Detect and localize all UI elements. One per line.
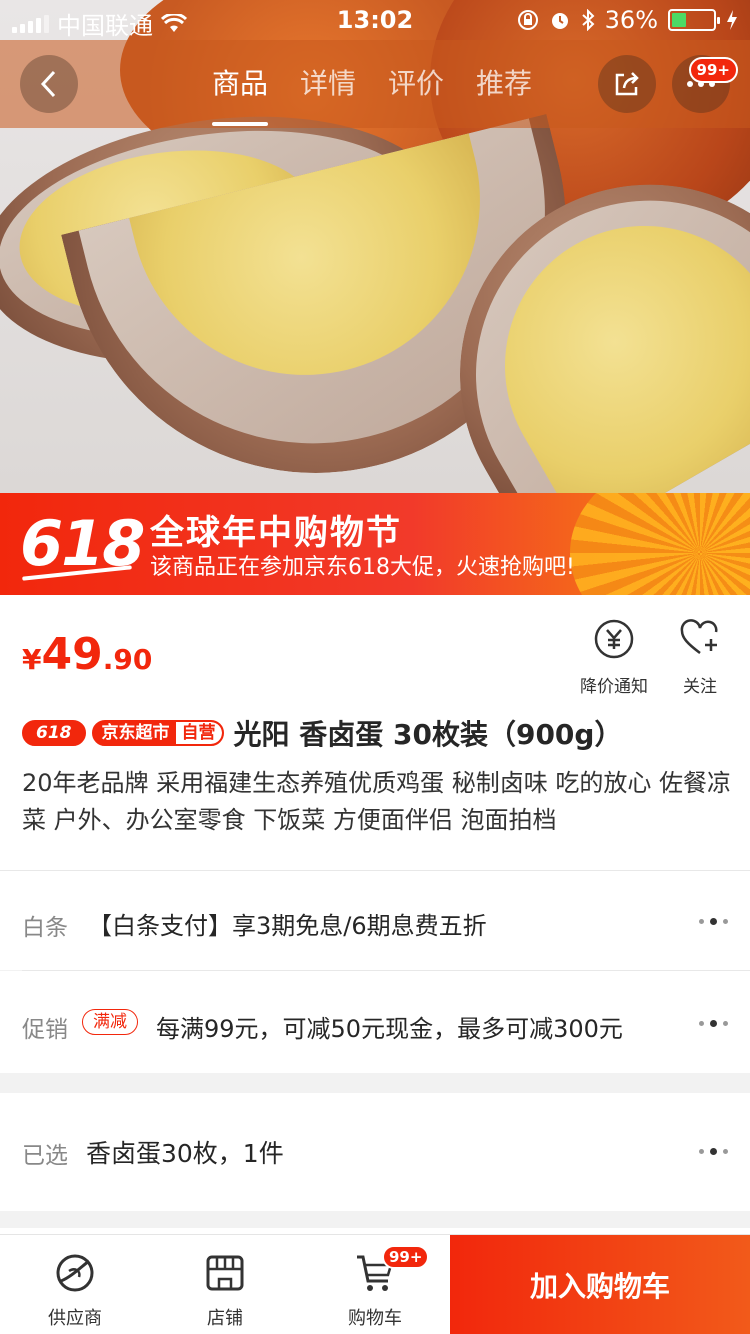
top-nav: 商品 详情 评价 推荐 bbox=[0, 40, 750, 128]
more-dots-icon bbox=[699, 918, 728, 925]
status-bar: 中国联通 13:02 36% bbox=[0, 0, 750, 40]
price-currency: ¥ bbox=[22, 643, 42, 676]
more-dots-icon bbox=[699, 1020, 728, 1027]
tag-618: 618 bbox=[22, 720, 86, 746]
store-button[interactable]: 店铺 bbox=[170, 1251, 280, 1330]
cart-label: 购物车 bbox=[348, 1308, 402, 1329]
alarm-icon bbox=[551, 13, 568, 29]
cart-button[interactable]: 购物车 99+ bbox=[320, 1245, 430, 1330]
product-info-card: ¥49.90 降价通知 关注 618 京东超市 自营 光阳 香卤蛋 30枚装（900g… bbox=[0, 595, 750, 870]
banner-decoration bbox=[570, 493, 750, 595]
tab-details[interactable]: 详情 bbox=[300, 62, 356, 102]
follow-button[interactable]: 关注 bbox=[678, 617, 722, 697]
price-alert-label: 降价通知 bbox=[580, 677, 648, 697]
price-decimal: .90 bbox=[102, 643, 153, 676]
promotion-text: 每满99元，可减50元现金，最多可减300元 bbox=[156, 1015, 623, 1043]
supplier-label: 供应商 bbox=[48, 1308, 102, 1329]
share-button[interactable] bbox=[598, 55, 656, 113]
selected-text: 香卤蛋30枚，1件 bbox=[86, 1139, 284, 1168]
cart-badge: 99+ bbox=[382, 1245, 430, 1269]
add-to-cart-button[interactable]: 加入购物车 bbox=[450, 1235, 750, 1334]
tag-store-label: 京东超市 bbox=[101, 723, 170, 743]
baitiao-label: 白条 bbox=[22, 915, 68, 941]
promotion-row[interactable]: 促销 满减 每满99元，可减50元现金，最多可减300元 bbox=[0, 971, 750, 1073]
price-alert-icon bbox=[594, 619, 634, 659]
banner-title: 全球年中购物节 bbox=[150, 513, 402, 553]
heart-plus-icon bbox=[680, 619, 718, 654]
product-description: 20年老品牌 采用福建生态养殖优质鸡蛋 秘制卤味 吃的放心 佐餐凉菜 户外、办公… bbox=[22, 769, 732, 834]
supplier-button[interactable]: 供应商 bbox=[20, 1251, 130, 1330]
battery-percent: 36% bbox=[604, 6, 658, 34]
back-button[interactable] bbox=[20, 55, 78, 113]
tab-product[interactable]: 商品 bbox=[212, 62, 269, 126]
selected-spec-row[interactable]: 已选 香卤蛋30枚，1件 bbox=[0, 1093, 750, 1211]
rotation-lock-icon bbox=[517, 10, 538, 30]
tab-reviews[interactable]: 评价 bbox=[388, 62, 444, 102]
promotion-label: 促销 bbox=[22, 1017, 68, 1043]
baitiao-row[interactable]: 白条 【白条支付】享3期免息/6期息费五折 bbox=[0, 870, 750, 970]
price-integer: 49 bbox=[41, 629, 103, 680]
tab-recommend[interactable]: 推荐 bbox=[476, 62, 532, 102]
share-icon bbox=[615, 72, 639, 96]
banner-subtitle: 该商品正在参加京东618大促，火速抢购吧! bbox=[150, 555, 575, 580]
notification-badge: 99+ bbox=[688, 57, 738, 83]
tag-self-operated: 自营 bbox=[175, 722, 222, 744]
product-price: ¥49.90 bbox=[22, 629, 152, 680]
follow-label: 关注 bbox=[683, 677, 717, 697]
bottom-action-bar: 供应商 店铺 购物车 99+ 加入购物车 bbox=[0, 1234, 750, 1334]
bluetooth-icon bbox=[581, 9, 595, 31]
supplier-icon bbox=[56, 1254, 94, 1292]
battery-icon bbox=[668, 9, 720, 31]
promo-banner[interactable]: 618 全球年中购物节 该商品正在参加京东618大促，火速抢购吧! bbox=[0, 493, 750, 595]
product-title: 光阳 香卤蛋 30枚装（900g） bbox=[233, 718, 623, 751]
product-tabs: 商品 详情 评价 推荐 bbox=[212, 62, 532, 126]
more-dots-icon bbox=[699, 1148, 728, 1155]
store-icon bbox=[206, 1255, 244, 1291]
promotion-tag: 满减 bbox=[82, 1009, 138, 1035]
product-title-line: 618 京东超市 自营 光阳 香卤蛋 30枚装（900g） bbox=[22, 713, 732, 753]
back-icon bbox=[40, 70, 56, 98]
store-label: 店铺 bbox=[207, 1308, 243, 1329]
tag-jd-supermarket: 京东超市 自营 bbox=[91, 720, 224, 746]
price-alert-button[interactable]: 降价通知 bbox=[580, 617, 648, 697]
selected-label: 已选 bbox=[22, 1143, 68, 1169]
charging-icon bbox=[727, 10, 737, 30]
baitiao-text: 【白条支付】享3期免息/6期息费五折 bbox=[88, 912, 487, 940]
